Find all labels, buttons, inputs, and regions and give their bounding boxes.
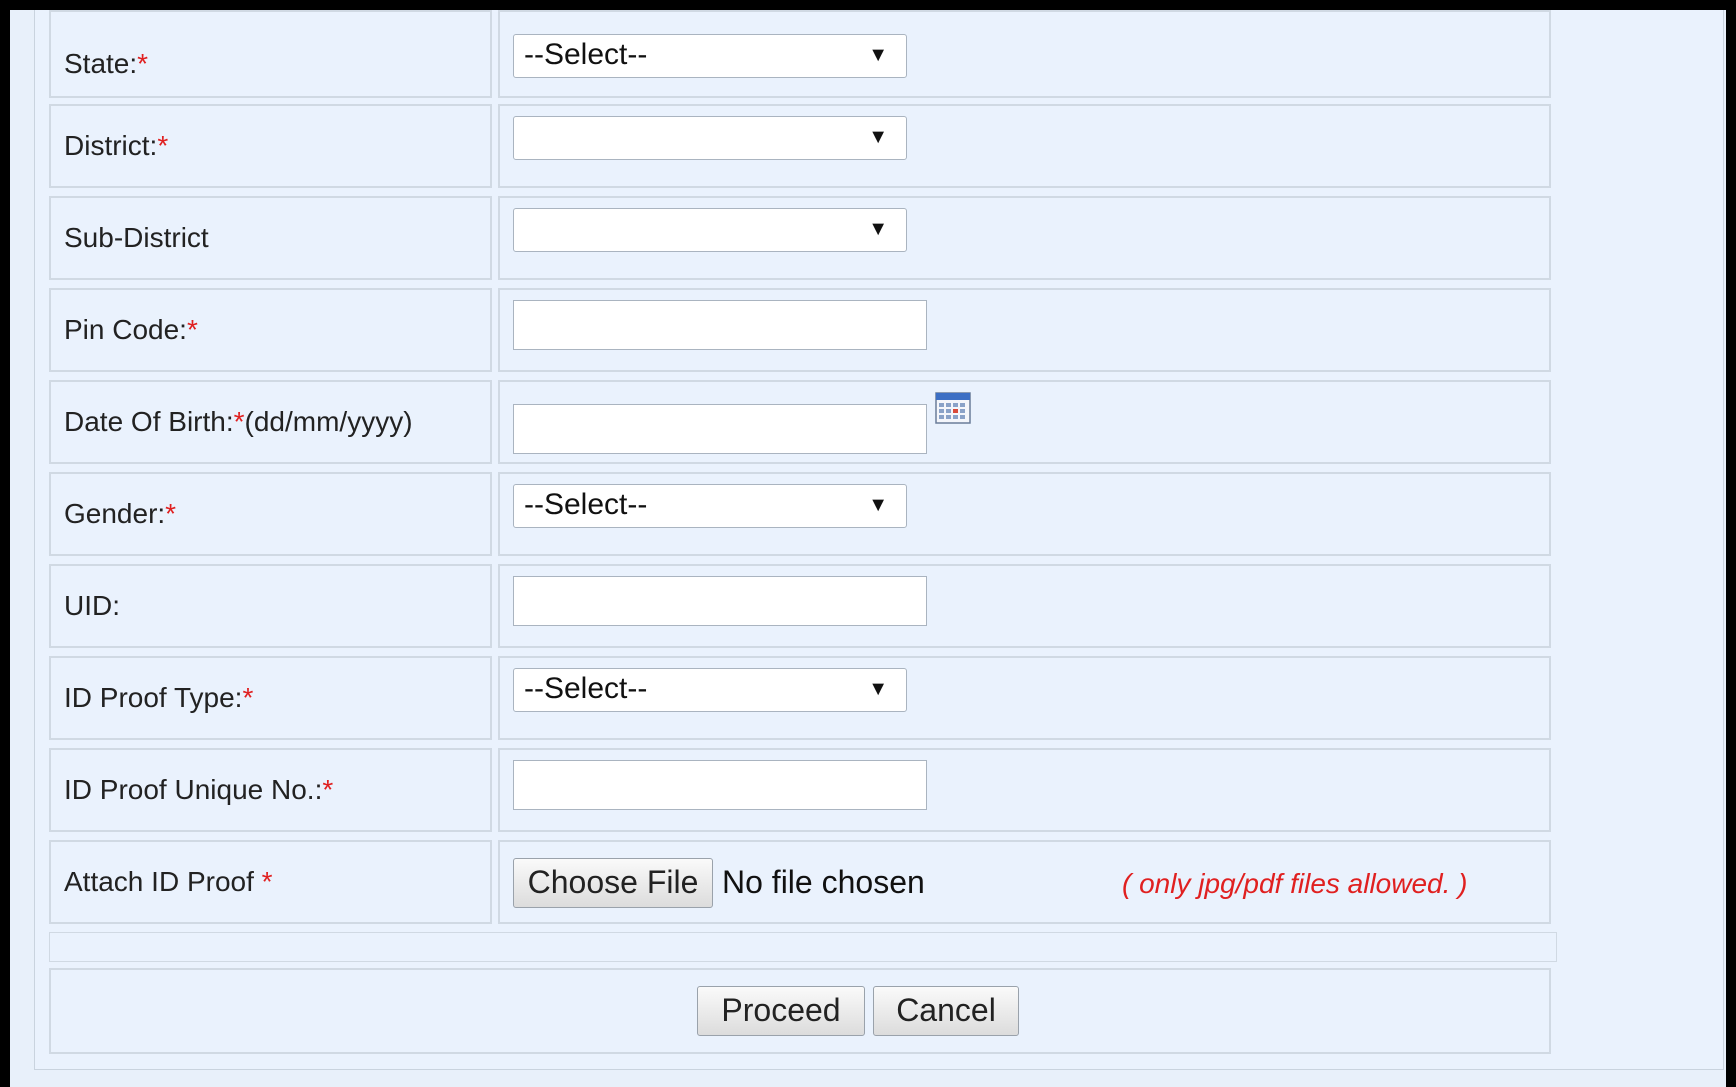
file-type-hint: ( only jpg/pdf files allowed. ) [1122, 868, 1468, 899]
sub-district-select[interactable]: ▼ [513, 208, 907, 252]
label-cell-attach: Attach ID Proof * [49, 840, 492, 924]
label-cell-gender: Gender:* [49, 472, 492, 556]
attach-label: Attach ID Proof * [64, 866, 273, 897]
chevron-down-icon: ▼ [868, 494, 888, 516]
uid-input[interactable] [513, 576, 927, 626]
field-cell-pin-code [498, 288, 1551, 372]
required-mark: * [157, 130, 169, 161]
choose-file-button[interactable]: Choose File [513, 858, 713, 908]
field-cell-id-proof-type: --Select-- ▼ [498, 656, 1551, 740]
spacer-row [49, 932, 1557, 962]
pin-code-input[interactable] [513, 300, 927, 350]
label-cell-sub-district: Sub-District [49, 196, 492, 280]
id-proof-type-label: ID Proof Type:* [64, 682, 254, 713]
pin-code-label: Pin Code:* [64, 314, 198, 345]
chevron-down-icon: ▼ [868, 44, 888, 66]
required-mark: * [165, 498, 177, 529]
field-cell-id-proof-no [498, 748, 1551, 832]
label-cell-id-proof-no: ID Proof Unique No.:* [49, 748, 492, 832]
field-cell-uid [498, 564, 1551, 648]
id-proof-no-label: ID Proof Unique No.:* [64, 774, 334, 805]
sub-district-label: Sub-District [64, 222, 209, 253]
required-mark: * [186, 314, 198, 345]
gender-select[interactable]: --Select-- ▼ [513, 484, 907, 528]
gender-label: Gender:* [64, 498, 177, 529]
chevron-down-icon: ▼ [868, 678, 888, 700]
field-cell-district: ▼ [498, 104, 1551, 188]
chevron-down-icon: ▼ [868, 126, 888, 148]
required-mark: * [242, 682, 254, 713]
label-cell-id-proof-type: ID Proof Type:* [49, 656, 492, 740]
dob-input[interactable] [513, 404, 927, 454]
form-panel: State:* --Select-- ▼ District:* ▼ Sub-Di… [34, 10, 1724, 1070]
id-proof-type-select[interactable]: --Select-- ▼ [513, 668, 907, 712]
district-label: District:* [64, 130, 169, 161]
field-cell-dob [498, 380, 1551, 464]
label-cell-pin-code: Pin Code:* [49, 288, 492, 372]
cancel-button[interactable]: Cancel [873, 986, 1019, 1036]
required-mark: * [233, 406, 245, 437]
required-mark: * [137, 48, 149, 79]
required-mark: * [261, 866, 273, 897]
file-status: No file chosen [722, 864, 925, 900]
uid-label: UID: [64, 590, 120, 621]
id-proof-no-input[interactable] [513, 760, 927, 810]
page-frame: State:* --Select-- ▼ District:* ▼ Sub-Di… [10, 10, 1726, 1087]
proceed-button[interactable]: Proceed [697, 986, 865, 1036]
required-mark: * [322, 774, 334, 805]
label-cell-uid: UID: [49, 564, 492, 648]
field-cell-sub-district: ▼ [498, 196, 1551, 280]
district-select[interactable]: ▼ [513, 116, 907, 160]
actions-row: Proceed Cancel [49, 968, 1551, 1054]
field-cell-state: --Select-- ▼ [498, 10, 1551, 98]
label-cell-state: State:* [49, 10, 492, 98]
label-cell-dob: Date Of Birth:*(dd/mm/yyyy) [49, 380, 492, 464]
calendar-icon[interactable] [935, 392, 971, 424]
label-cell-district: District:* [49, 104, 492, 188]
chevron-down-icon: ▼ [868, 218, 888, 240]
field-cell-gender: --Select-- ▼ [498, 472, 1551, 556]
state-label: State:* [64, 48, 149, 79]
state-select[interactable]: --Select-- ▼ [513, 34, 907, 78]
field-cell-attach: Choose File No file chosen ( only jpg/pd… [498, 840, 1551, 924]
dob-label: Date Of Birth:*(dd/mm/yyyy) [64, 406, 413, 437]
